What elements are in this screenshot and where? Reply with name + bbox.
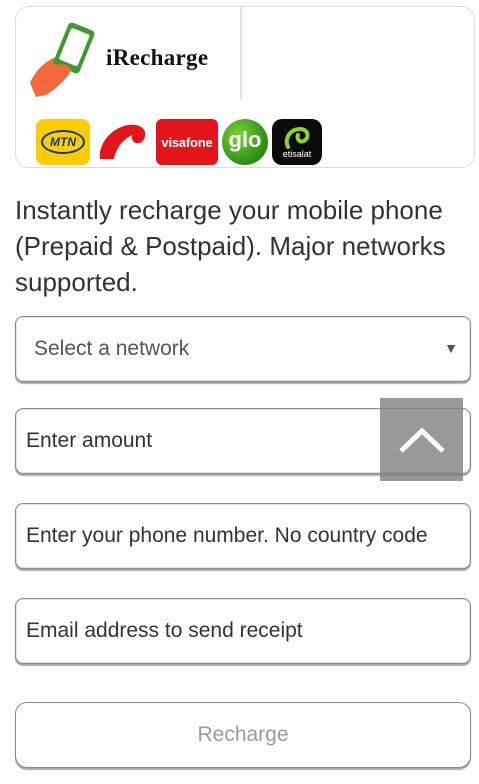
email-input[interactable] (16, 599, 470, 663)
network-select[interactable]: Select a network ▼ (15, 316, 471, 382)
header-divider (240, 7, 242, 99)
etisalat-logo-text: etisalat (282, 149, 312, 159)
mtn-logo-text: MTN (50, 135, 76, 149)
brand[interactable]: iRecharge (26, 21, 246, 101)
brand-name: iRecharge (106, 45, 209, 70)
network-logos: MTN visafone glo etisalat (36, 117, 322, 167)
hand-phone-logo-icon (30, 22, 95, 97)
airtel-logo-icon (94, 119, 152, 165)
chevron-up-icon (398, 427, 445, 453)
phone-field (15, 503, 471, 569)
header-card: iRecharge MTN visafone glo etisalat (15, 6, 475, 168)
visafone-logo-text: visafone (161, 134, 213, 150)
mtn-logo-icon: MTN (36, 119, 90, 165)
page: iRecharge MTN visafone glo etisalat Inst… (0, 0, 479, 784)
glo-logo-text: glo (228, 127, 262, 152)
glo-logo-icon: glo (222, 119, 268, 165)
phone-input[interactable] (16, 504, 470, 568)
recharge-button[interactable]: Recharge (15, 702, 471, 768)
email-field (15, 598, 471, 664)
visafone-logo-icon: visafone (156, 119, 218, 165)
triangle-down-icon: ▼ (444, 340, 458, 356)
etisalat-logo-icon: etisalat (272, 119, 322, 165)
intro-description: Instantly recharge your mobile phone (Pr… (15, 195, 446, 297)
scroll-to-top-button[interactable] (380, 398, 463, 481)
network-select-value: Select a network (34, 337, 190, 360)
